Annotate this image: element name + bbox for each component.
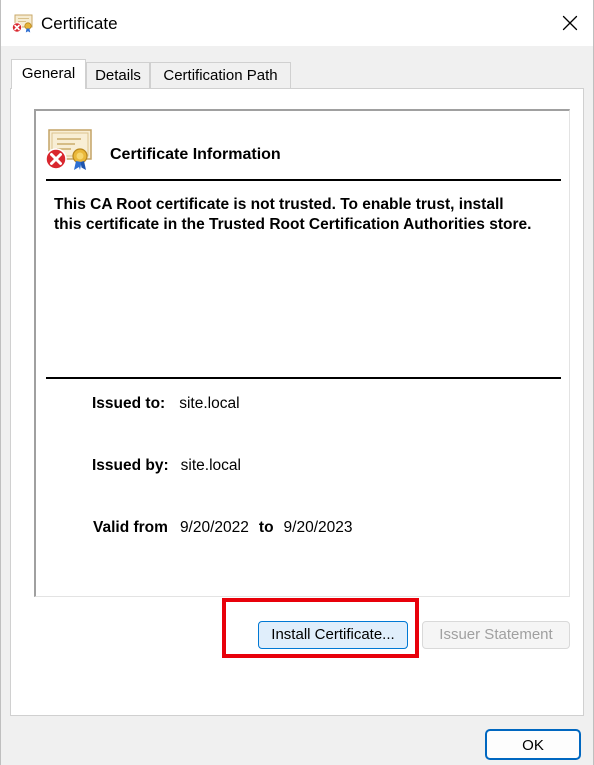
valid-to-value: 9/20/2023 (283, 519, 353, 536)
issued-to-value: site.local (179, 395, 240, 412)
divider (46, 377, 561, 379)
tab-general[interactable]: General (11, 59, 86, 89)
install-certificate-button[interactable]: Install Certificate... (258, 621, 408, 649)
validity-row: Valid from 9/20/2022 to 9/20/2023 (93, 519, 353, 537)
valid-from-value: 9/20/2022 (179, 519, 249, 536)
certificate-information-heading: Certificate Information (110, 146, 281, 163)
divider (46, 179, 561, 181)
close-button[interactable] (547, 0, 593, 46)
trust-warning-text: This CA Root certificate is not trusted.… (54, 196, 532, 233)
title-bar: Certificate (1, 0, 593, 46)
issued-to-label: Issued to: (92, 395, 166, 412)
tab-details[interactable]: Details (86, 62, 150, 88)
ok-button[interactable]: OK (485, 729, 581, 760)
valid-to-label: to (258, 519, 274, 536)
issued-to-row: Issued to: site.local (92, 395, 240, 413)
certificate-error-icon (12, 14, 33, 33)
issued-by-row: Issued by: site.local (92, 457, 241, 475)
tab-certification-path[interactable]: Certification Path (150, 62, 291, 88)
certificate-dialog: Certificate General Details Certificatio… (0, 0, 594, 765)
valid-from-label: Valid from (93, 519, 168, 536)
issuer-statement-button[interactable]: Issuer Statement (422, 621, 570, 649)
issued-by-label: Issued by: (92, 457, 169, 474)
certificate-information-box: Certificate Information This CA Root cer… (34, 109, 570, 597)
issued-by-value: site.local (180, 457, 241, 474)
certificate-error-icon (45, 129, 92, 170)
close-icon (562, 15, 578, 31)
window-title: Certificate (41, 14, 118, 33)
